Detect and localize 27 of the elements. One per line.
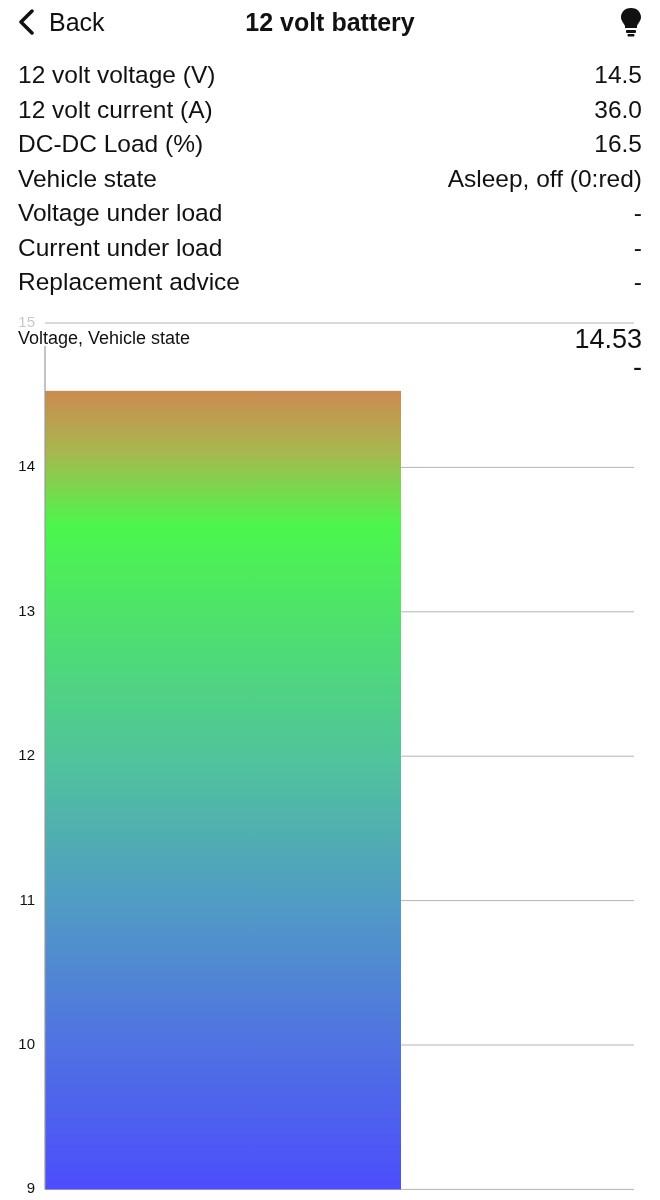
- reading-label: DC-DC Load (%): [18, 130, 204, 159]
- axis-tick-label: 13: [18, 601, 35, 619]
- screen-title: 12 volt battery: [245, 7, 415, 36]
- back-button[interactable]: Back: [18, 7, 105, 37]
- reading-label: Current under load: [18, 233, 223, 262]
- axis-tick-label: 9: [26, 1178, 35, 1196]
- reading-value: Asleep, off (0:red): [447, 164, 642, 193]
- reading-value: -: [633, 268, 642, 297]
- chart-readout: -: [633, 351, 642, 382]
- reading-value: -: [633, 233, 642, 262]
- reading-label: Voltage under load: [18, 199, 223, 228]
- chevron-left-icon: [18, 9, 35, 35]
- axis-tick-label: 14: [18, 456, 35, 474]
- chart-title: Voltage, Vehicle state: [18, 327, 191, 348]
- chart-readout: 14.53: [574, 323, 642, 354]
- axis-tick-label: 12: [18, 745, 35, 763]
- reading-value: 16.5: [594, 130, 642, 159]
- reading-label: 12 volt current (A): [18, 95, 213, 124]
- lightbulb-icon[interactable]: [620, 7, 642, 37]
- reading-value: 36.0: [594, 95, 642, 124]
- reading-value: -: [633, 199, 642, 228]
- reading-label: 12 volt voltage (V): [18, 61, 216, 90]
- reading-label: Replacement advice: [18, 268, 240, 297]
- reading-label: Vehicle state: [18, 164, 157, 193]
- axis-tick-label: 11: [19, 890, 35, 908]
- reading-value: 14.5: [594, 61, 642, 90]
- axis-tick-label: 10: [18, 1034, 35, 1052]
